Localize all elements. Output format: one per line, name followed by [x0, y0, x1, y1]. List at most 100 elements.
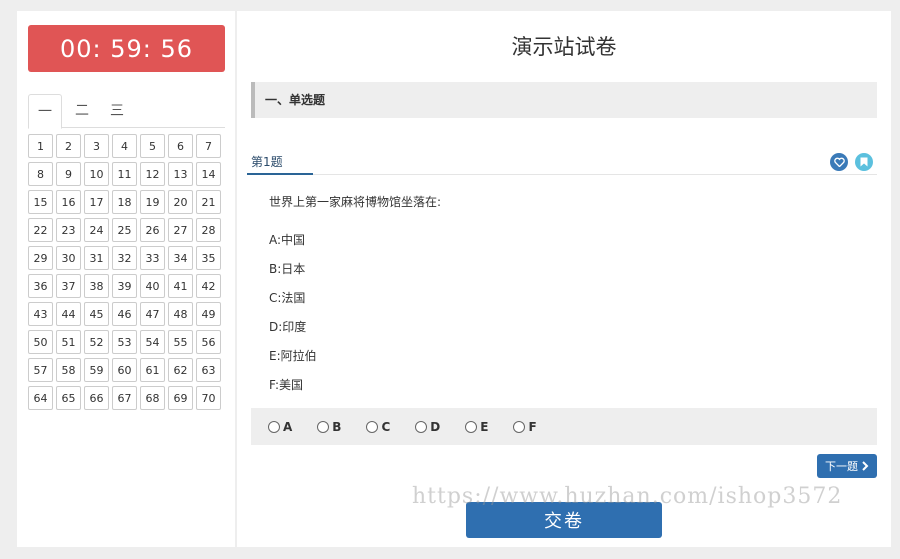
- question-number-button[interactable]: 51: [56, 330, 81, 354]
- question-number-button[interactable]: 22: [28, 218, 53, 242]
- question-number-button[interactable]: 50: [28, 330, 53, 354]
- next-question-button[interactable]: 下一题: [817, 454, 877, 478]
- question-number-button[interactable]: 23: [56, 218, 81, 242]
- question-number-button[interactable]: 11: [112, 162, 137, 186]
- question-number-button[interactable]: 48: [168, 302, 193, 326]
- question-number-button[interactable]: 30: [56, 246, 81, 270]
- question-number-button[interactable]: 58: [56, 358, 81, 382]
- answer-radio-f[interactable]: F: [513, 420, 537, 434]
- question-number-button[interactable]: 38: [84, 274, 109, 298]
- question-number-button[interactable]: 18: [112, 190, 137, 214]
- radio-circle[interactable]: [513, 420, 526, 433]
- radio-circle[interactable]: [465, 420, 478, 433]
- question-number-button[interactable]: 70: [196, 386, 221, 410]
- answer-radio-e[interactable]: E: [465, 420, 488, 434]
- question-number-button[interactable]: 66: [84, 386, 109, 410]
- question-number-button[interactable]: 42: [196, 274, 221, 298]
- favorite-button[interactable]: [830, 153, 848, 171]
- question-number-button[interactable]: 37: [56, 274, 81, 298]
- question-number-button[interactable]: 64: [28, 386, 53, 410]
- question-number-button[interactable]: 57: [28, 358, 53, 382]
- question-number-button[interactable]: 6: [168, 134, 193, 158]
- question-number-button[interactable]: 55: [168, 330, 193, 354]
- question-number-button[interactable]: 68: [140, 386, 165, 410]
- question-number-button[interactable]: 13: [168, 162, 193, 186]
- question-number-button[interactable]: 31: [84, 246, 109, 270]
- tab-section-2[interactable]: 二: [65, 94, 99, 128]
- question-number-button[interactable]: 63: [196, 358, 221, 382]
- next-question-label: 下一题: [825, 460, 858, 473]
- question-number-button[interactable]: 49: [196, 302, 221, 326]
- question-number-button[interactable]: 25: [112, 218, 137, 242]
- question-number-button[interactable]: 46: [112, 302, 137, 326]
- question-number-button[interactable]: 28: [196, 218, 221, 242]
- question-number-button[interactable]: 61: [140, 358, 165, 382]
- question-number-button[interactable]: 29: [28, 246, 53, 270]
- answer-radio-c[interactable]: C: [366, 420, 390, 434]
- submit-exam-button[interactable]: 交卷: [466, 502, 662, 538]
- answer-choices: A B C D E F: [251, 408, 877, 445]
- question-number-button[interactable]: 40: [140, 274, 165, 298]
- question-number-button[interactable]: 4: [112, 134, 137, 158]
- question-number-button[interactable]: 2: [56, 134, 81, 158]
- question-number-button[interactable]: 39: [112, 274, 137, 298]
- question-number-button[interactable]: 26: [140, 218, 165, 242]
- question-number-button[interactable]: 10: [84, 162, 109, 186]
- question-number-button[interactable]: 60: [112, 358, 137, 382]
- chevron-right-icon: [862, 461, 869, 471]
- option-b: B:日本: [269, 262, 306, 276]
- question-number-button[interactable]: 45: [84, 302, 109, 326]
- section-header: 一、单选题: [251, 82, 877, 118]
- question-number-button[interactable]: 43: [28, 302, 53, 326]
- question-number-button[interactable]: 17: [84, 190, 109, 214]
- question-number-button[interactable]: 12: [140, 162, 165, 186]
- option-f: F:美国: [269, 378, 304, 392]
- question-number-button[interactable]: 3: [84, 134, 109, 158]
- question-number-button[interactable]: 21: [196, 190, 221, 214]
- question-number-button[interactable]: 52: [84, 330, 109, 354]
- answer-radio-d[interactable]: D: [415, 420, 440, 434]
- question-number-button[interactable]: 15: [28, 190, 53, 214]
- question-number-button[interactable]: 20: [168, 190, 193, 214]
- question-number-button[interactable]: 33: [140, 246, 165, 270]
- question-number-button[interactable]: 36: [28, 274, 53, 298]
- answer-label: D: [430, 419, 441, 434]
- question-number-button[interactable]: 54: [140, 330, 165, 354]
- question-number-button[interactable]: 7: [196, 134, 221, 158]
- question-number-button[interactable]: 24: [84, 218, 109, 242]
- question-number-button[interactable]: 16: [56, 190, 81, 214]
- tab-section-3[interactable]: 三: [100, 94, 134, 128]
- question-number-button[interactable]: 69: [168, 386, 193, 410]
- question-number-button[interactable]: 5: [140, 134, 165, 158]
- question-number-button[interactable]: 14: [196, 162, 221, 186]
- question-number-button[interactable]: 34: [168, 246, 193, 270]
- question-number-button[interactable]: 67: [112, 386, 137, 410]
- radio-circle[interactable]: [268, 420, 280, 433]
- question-number-button[interactable]: 35: [196, 246, 221, 270]
- answer-label: B: [332, 419, 342, 434]
- question-number-button[interactable]: 41: [168, 274, 193, 298]
- question-number-button[interactable]: 1: [28, 134, 53, 158]
- question-number-button[interactable]: 56: [196, 330, 221, 354]
- bookmark-button[interactable]: [855, 153, 873, 171]
- radio-circle[interactable]: [317, 420, 330, 433]
- question-number-button[interactable]: 44: [56, 302, 81, 326]
- radio-circle[interactable]: [366, 420, 379, 433]
- exam-panel: 演示站试卷 一、单选题 第1题 世界上第一家麻将博物馆坐落在: A:中国 B:日…: [237, 11, 891, 547]
- answer-radio-a[interactable]: A: [268, 420, 292, 434]
- question-number-button[interactable]: 8: [28, 162, 53, 186]
- question-number-button[interactable]: 19: [140, 190, 165, 214]
- question-number-button[interactable]: 9: [56, 162, 81, 186]
- answer-label: E: [480, 419, 489, 434]
- question-number-button[interactable]: 53: [112, 330, 137, 354]
- answer-radio-b[interactable]: B: [317, 420, 341, 434]
- radio-circle[interactable]: [415, 420, 428, 433]
- question-number-button[interactable]: 65: [56, 386, 81, 410]
- tab-section-1[interactable]: 一: [28, 94, 62, 129]
- question-number-button[interactable]: 47: [140, 302, 165, 326]
- question-number-button[interactable]: 27: [168, 218, 193, 242]
- question-number-button[interactable]: 62: [168, 358, 193, 382]
- question-number-button[interactable]: 32: [112, 246, 137, 270]
- question-number-button[interactable]: 59: [84, 358, 109, 382]
- heart-icon: [833, 157, 845, 167]
